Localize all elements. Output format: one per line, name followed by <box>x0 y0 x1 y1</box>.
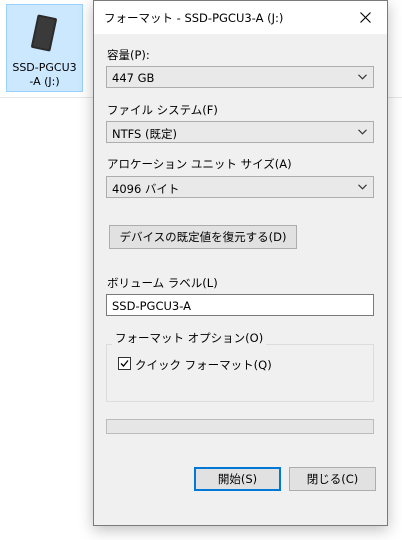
drive-item-ssd[interactable]: SSD-PGCU3 -A (J:) <box>6 4 83 92</box>
allocation-label: アロケーション ユニット サイズ(A) <box>107 157 292 171</box>
filesystem-select[interactable]: NTFS (既定) <box>106 121 374 143</box>
title-bar[interactable]: フォーマット - SSD-PGCU3-A (J:) <box>94 1 387 34</box>
chevron-down-icon <box>358 184 367 190</box>
format-dialog: フォーマット - SSD-PGCU3-A (J:) 容量(P): 447 GB … <box>93 0 388 526</box>
dialog-title: フォーマット - SSD-PGCU3-A (J:) <box>104 11 284 25</box>
close-dialog-button[interactable]: 閉じる(C) <box>289 467 376 491</box>
capacity-select[interactable]: 447 GB <box>106 66 374 88</box>
chevron-down-icon <box>358 74 367 80</box>
close-icon <box>359 12 371 23</box>
volume-label-input[interactable]: SSD-PGCU3-A <box>106 294 374 316</box>
start-button[interactable]: 開始(S) <box>194 467 281 491</box>
quick-format-label[interactable]: クイック フォーマット(Q) <box>135 357 272 373</box>
volume-label-value: SSD-PGCU3-A <box>112 299 191 313</box>
volume-label-label: ボリューム ラベル(L) <box>107 276 218 290</box>
quick-format-checkbox[interactable] <box>118 357 131 370</box>
format-options-group <box>106 344 374 402</box>
restore-defaults-button[interactable]: デバイスの既定値を復元する(D) <box>109 225 297 249</box>
format-progress-bar <box>106 419 374 434</box>
external-ssd-icon <box>31 14 57 52</box>
checkmark-icon <box>120 360 129 367</box>
drive-label: SSD-PGCU3 -A (J:) <box>12 61 77 88</box>
capacity-value: 447 GB <box>112 71 155 85</box>
filesystem-value: NTFS (既定) <box>112 127 177 141</box>
allocation-value: 4096 バイト <box>112 182 180 196</box>
chevron-down-icon <box>358 129 367 135</box>
format-options-title: フォーマット オプション(O) <box>112 330 267 346</box>
close-button[interactable] <box>343 1 387 34</box>
capacity-label: 容量(P): <box>107 48 150 62</box>
filesystem-label: ファイル システム(F) <box>107 103 218 117</box>
allocation-select[interactable]: 4096 バイト <box>106 176 374 198</box>
